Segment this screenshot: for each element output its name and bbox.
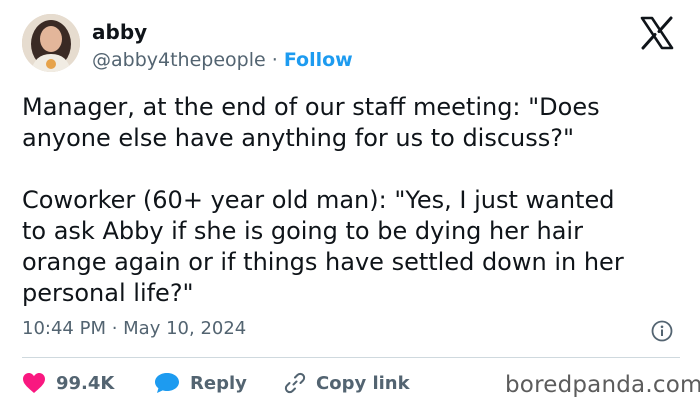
tweet-time[interactable]: 10:44 PM — [22, 318, 106, 339]
meta-separator: · — [105, 318, 124, 339]
copy-link-label: Copy link — [316, 372, 410, 394]
tweet-text: Manager, at the end of our staff meeting… — [22, 93, 624, 307]
like-button[interactable]: 99.4K — [22, 368, 114, 398]
follow-button[interactable]: Follow — [284, 49, 353, 71]
divider — [22, 357, 680, 358]
tweet-meta: 10:44 PM · May 10, 2024 — [22, 318, 246, 339]
copy-link-button[interactable]: Copy link — [284, 368, 410, 398]
speech-bubble-icon — [155, 373, 179, 393]
author-handle-row: @abby4thepeople · Follow — [92, 49, 353, 71]
handle-separator: · — [265, 49, 284, 71]
x-logo-icon[interactable] — [640, 16, 674, 50]
heart-icon — [23, 373, 45, 393]
tweet-date[interactable]: May 10, 2024 — [123, 318, 246, 339]
info-icon[interactable] — [651, 320, 673, 342]
author-handle[interactable]: @abby4thepeople — [92, 49, 266, 71]
reply-label: Reply — [190, 372, 247, 394]
reply-button[interactable]: Reply — [154, 368, 247, 398]
likes-count: 99.4K — [56, 372, 115, 394]
author-name[interactable]: abby — [92, 20, 147, 44]
avatar[interactable] — [22, 14, 80, 72]
watermark: boredpanda.com — [505, 372, 700, 398]
link-icon — [284, 372, 306, 394]
